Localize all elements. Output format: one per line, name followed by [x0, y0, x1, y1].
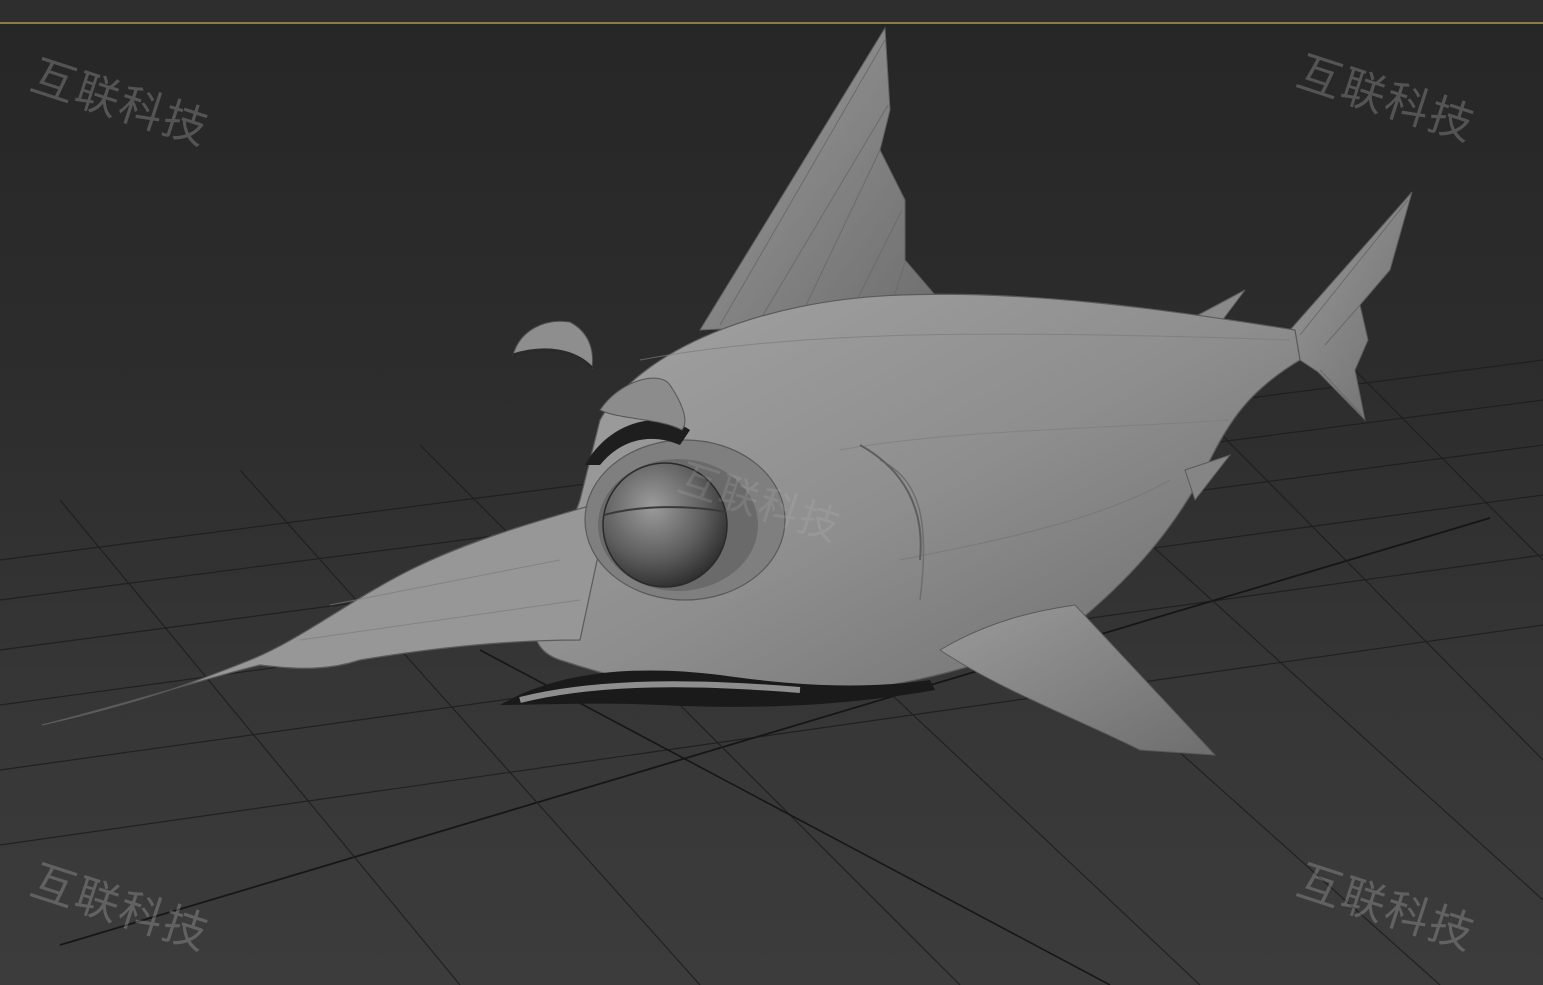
eyebrow-far — [512, 320, 594, 370]
swordfish-model[interactable] — [41, 26, 1413, 756]
eyeball — [602, 462, 728, 588]
dorsal-fin — [699, 26, 936, 331]
viewport-scene[interactable] — [0, 0, 1543, 985]
tail-fin — [1289, 191, 1413, 422]
3d-viewport[interactable]: 互联科技 互联科技 互联科技 互联科技 互联科技 — [0, 0, 1543, 985]
fish-sword — [41, 499, 611, 726]
